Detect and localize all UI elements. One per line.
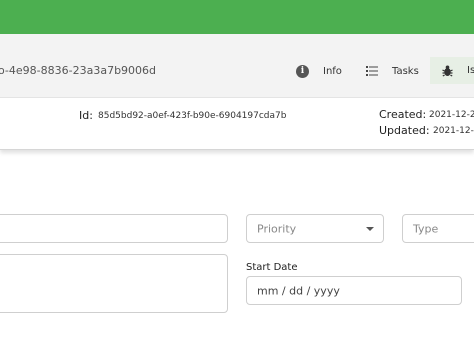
- name-input[interactable]: [0, 214, 228, 243]
- updated-value: 2021-12-2: [433, 126, 474, 136]
- tab-tasks[interactable]: Tasks: [366, 58, 419, 84]
- start-date-value: mm / dd / yyyy: [257, 284, 340, 297]
- type-placeholder: Type: [413, 222, 439, 235]
- start-date-input[interactable]: mm / dd / yyyy: [246, 276, 462, 305]
- tab-info[interactable]: i Info: [296, 58, 342, 84]
- priority-placeholder: Priority: [257, 222, 297, 235]
- tab-issues[interactable]: Is: [430, 57, 474, 84]
- priority-select[interactable]: Priority: [246, 214, 384, 243]
- app-top-bar: [0, 0, 474, 34]
- tab-issues-label: Is: [467, 65, 474, 76]
- tab-info-label: Info: [323, 65, 342, 77]
- list-icon: [366, 66, 378, 76]
- tab-tasks-label: Tasks: [392, 65, 419, 77]
- created-value: 2021-12-28: [429, 110, 474, 120]
- start-date-label: Start Date: [246, 262, 298, 273]
- type-select[interactable]: Type: [402, 214, 474, 243]
- bug-icon: [442, 65, 453, 77]
- details-panel: Id: 85d5bd92-a0ef-423f-b90e-6904197cda7b…: [0, 98, 474, 150]
- updated-label: Updated:: [379, 124, 430, 137]
- info-icon: i: [296, 64, 309, 78]
- chevron-down-icon: [366, 226, 374, 231]
- id-label: Id:: [79, 109, 93, 122]
- id-value: 85d5bd92-a0ef-423f-b90e-6904197cda7b: [98, 111, 287, 121]
- created-label: Created:: [379, 108, 427, 121]
- item-identifier: o-4e98-8836-23a3a7b9006d: [0, 64, 157, 77]
- description-textarea[interactable]: [0, 254, 228, 313]
